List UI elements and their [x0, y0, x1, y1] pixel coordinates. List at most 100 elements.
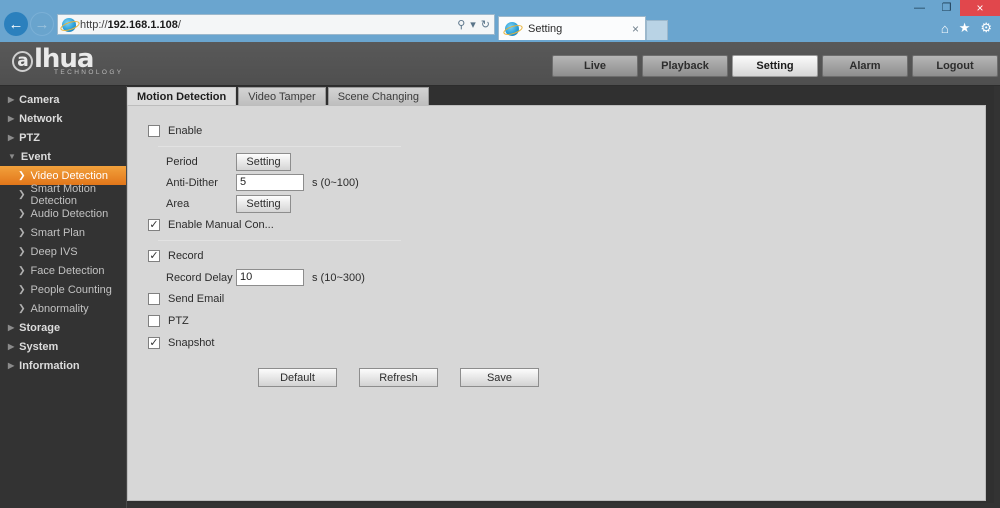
anti-dither-unit: s (0~100)	[312, 176, 359, 189]
nav-tab-logout[interactable]: Logout	[912, 55, 998, 77]
chevron-right-icon: ❯	[18, 227, 26, 237]
sidebar-item-network[interactable]: ▶ Network	[0, 109, 126, 128]
nav-tab-playback[interactable]: Playback	[642, 55, 728, 77]
sidebar-item-smart-plan[interactable]: ❯ Smart Plan	[0, 223, 126, 242]
chevron-right-icon: ▶	[8, 342, 15, 351]
refresh-icon[interactable]: ↻	[481, 18, 490, 31]
gear-icon[interactable]: ⚙	[980, 20, 992, 36]
record-checkbox[interactable]: ✓	[148, 250, 160, 262]
forward-arrow-icon[interactable]: →	[30, 12, 54, 36]
period-label: Period	[166, 155, 198, 168]
sidebar-item-label: Smart Motion Detection	[30, 182, 96, 207]
star-icon[interactable]: ★	[959, 20, 971, 36]
send-email-checkbox[interactable]	[148, 293, 160, 305]
sidebar-item-storage[interactable]: ▶ Storage	[0, 318, 126, 337]
manual-control-checkbox[interactable]: ✓	[148, 219, 160, 231]
browser-toolbar-icons: ⌂ ★ ⚙	[941, 20, 992, 36]
logo-subtitle: TECHNOLOGY	[54, 69, 124, 76]
maximize-button[interactable]: ❐	[933, 0, 960, 16]
send-email-label: Send Email	[168, 293, 225, 305]
sidebar-item-label: Event	[20, 150, 51, 163]
chevron-right-icon: ▶	[8, 114, 15, 123]
tab-video-tamper[interactable]: Video Tamper	[238, 87, 326, 106]
tab-scene-changing[interactable]: Scene Changing	[327, 87, 430, 106]
logo-mark: a	[12, 51, 33, 72]
address-bar[interactable]: http://192.168.1.108/ ⚲ ▾ ↻	[57, 14, 495, 35]
chevron-right-icon: ❯	[18, 189, 26, 199]
content-tabs: Motion Detection Video Tamper Scene Chan…	[127, 86, 431, 106]
sidebar-item-ptz[interactable]: ▶ PTZ	[0, 128, 126, 147]
refresh-button[interactable]: Refresh	[359, 368, 438, 387]
back-arrow-icon[interactable]: ←	[4, 12, 28, 36]
new-tab-button[interactable]	[646, 20, 668, 40]
enable-checkbox[interactable]	[148, 125, 160, 137]
period-setting-button[interactable]: Setting	[236, 152, 291, 171]
record-delay-label: Record Delay	[166, 271, 233, 284]
sidebar-item-event[interactable]: ▼ Event	[0, 147, 126, 166]
page-body: ▶ Camera ▶ Network ▶ PTZ ▼ Event ❯ Video Dete…	[0, 86, 1000, 508]
close-button[interactable]: ×	[960, 0, 1000, 16]
sidebar-item-label: Video Detection	[30, 169, 109, 182]
address-url: http://192.168.1.108/	[80, 18, 181, 31]
tab-motion-detection[interactable]: Motion Detection	[127, 87, 237, 106]
ie-browser-icon	[62, 17, 76, 32]
save-button[interactable]: Save	[460, 368, 539, 387]
chevron-right-icon: ▶	[8, 361, 15, 370]
chevron-right-icon: ❯	[18, 303, 26, 313]
browser-chrome: — ❐ × ← → http://192.168.1.108/ ⚲ ▾ ↻ Se…	[0, 0, 1000, 42]
ptz-checkbox[interactable]	[148, 315, 160, 327]
area-setting-button[interactable]: Setting	[236, 194, 291, 213]
sidebar-item-label: Deep IVS	[30, 245, 78, 258]
nav-tab-live[interactable]: Live	[552, 55, 638, 77]
record-row: ✓ Record	[148, 245, 985, 267]
sidebar-item-label: PTZ	[19, 131, 40, 144]
address-bar-icons: ⚲ ▾ ↻	[457, 18, 490, 31]
sidebar-item-label: Abnormality	[30, 302, 89, 315]
anti-dither-input[interactable]: 5	[236, 174, 304, 191]
enable-label: Enable	[168, 125, 203, 137]
chevron-down-icon: ▼	[8, 152, 16, 161]
action-buttons: Default Refresh Save	[258, 368, 985, 387]
browser-tab-setting[interactable]: Setting ×	[498, 16, 646, 40]
ptz-label: PTZ	[168, 315, 189, 327]
record-delay-row: Record Delay 10 s (10~300)	[148, 267, 985, 288]
divider	[158, 146, 401, 147]
chevron-right-icon: ▶	[8, 323, 15, 332]
sidebar-item-smart-motion-detection[interactable]: ❯ Smart Motion Detection	[0, 182, 126, 207]
chevron-down-icon[interactable]: ▾	[470, 18, 476, 31]
nav-tab-setting[interactable]: Setting	[732, 55, 818, 77]
motion-detection-form: Enable Period Setting Anti-Dither 5 s (0…	[128, 106, 985, 387]
chevron-right-icon: ❯	[18, 208, 26, 218]
sidebar-item-label: Information	[19, 359, 80, 372]
sidebar-item-camera[interactable]: ▶ Camera	[0, 90, 126, 109]
close-icon[interactable]: ×	[632, 22, 639, 36]
sidebar-item-system[interactable]: ▶ System	[0, 337, 126, 356]
search-magnifier-icon[interactable]: ⚲	[457, 18, 465, 31]
minimize-button[interactable]: —	[906, 0, 933, 16]
sidebar-item-information[interactable]: ▶ Information	[0, 356, 126, 375]
chevron-right-icon: ▶	[8, 133, 15, 142]
manual-control-label: Enable Manual Con...	[168, 219, 274, 231]
sidebar-item-deep-ivs[interactable]: ❯ Deep IVS	[0, 242, 126, 261]
sidebar-item-label: Audio Detection	[30, 207, 109, 220]
sidebar-item-abnormality[interactable]: ❯ Abnormality	[0, 299, 126, 318]
snapshot-row: ✓ Snapshot	[148, 332, 985, 354]
sidebar-item-face-detection[interactable]: ❯ Face Detection	[0, 261, 126, 280]
snapshot-checkbox[interactable]: ✓	[148, 337, 160, 349]
tab-strip: Setting ×	[498, 16, 668, 40]
nav-tab-alarm[interactable]: Alarm	[822, 55, 908, 77]
record-delay-input[interactable]: 10	[236, 269, 304, 286]
snapshot-label: Snapshot	[168, 337, 215, 349]
ie-browser-icon	[505, 21, 519, 36]
sidebar-item-label: People Counting	[30, 283, 112, 296]
default-button[interactable]: Default	[258, 368, 337, 387]
sidebar-item-audio-detection[interactable]: ❯ Audio Detection	[0, 204, 126, 223]
sidebar-item-label: Network	[19, 112, 63, 125]
record-delay-unit: s (10~300)	[312, 271, 365, 284]
home-icon[interactable]: ⌂	[941, 21, 949, 36]
sidebar: ▶ Camera ▶ Network ▶ PTZ ▼ Event ❯ Video Dete…	[0, 86, 127, 508]
chevron-right-icon: ❯	[18, 265, 26, 275]
divider	[158, 240, 401, 241]
sidebar-item-label: Face Detection	[30, 264, 105, 277]
sidebar-item-people-counting[interactable]: ❯ People Counting	[0, 280, 126, 299]
